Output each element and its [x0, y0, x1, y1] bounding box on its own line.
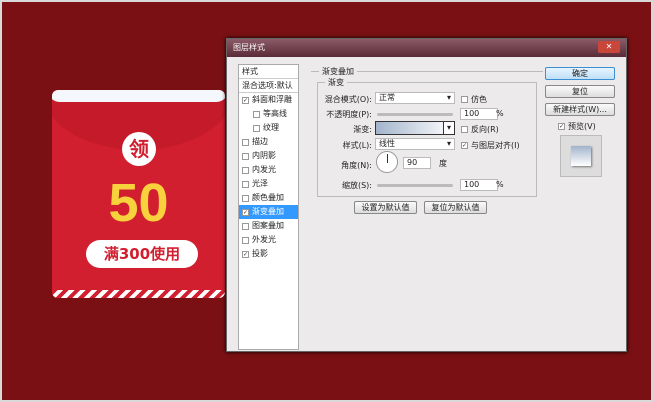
style-item-label: 图案叠加	[252, 221, 284, 230]
dropdown-arrow-icon: ▾	[446, 139, 451, 148]
ok-button[interactable]: 确定	[545, 67, 615, 80]
gradient-label: 渐变:	[353, 125, 372, 134]
scale-percent: %	[496, 180, 504, 189]
style-item-label: 外发光	[252, 235, 276, 244]
scale-input[interactable]: 100	[460, 179, 498, 191]
checkbox-icon[interactable]	[242, 236, 249, 244]
preview-checkbox[interactable]: ✓ 预览(V)	[558, 121, 596, 132]
blend-mode-label: 混合模式(O):	[324, 95, 372, 104]
checkbox-icon	[461, 126, 468, 133]
scale-label: 缩放(S):	[341, 181, 372, 190]
styles-header: 样式	[239, 65, 298, 79]
coupon-condition: 满300使用	[86, 240, 198, 268]
snow-decoration	[52, 90, 225, 102]
coupon-amount: 50	[108, 173, 169, 233]
opacity-input[interactable]: 100	[460, 108, 498, 120]
gradient-picker[interactable]: ▾	[375, 121, 455, 135]
align-label: 与图层对齐(I)	[471, 141, 520, 150]
reset-button[interactable]: 复位	[545, 85, 615, 98]
checkbox-icon[interactable]	[253, 110, 260, 118]
checkbox-icon[interactable]	[242, 180, 249, 188]
checkbox-icon[interactable]: ✓	[242, 96, 249, 104]
angle-input[interactable]: 90	[403, 157, 431, 169]
checkbox-icon[interactable]: ✓	[242, 250, 249, 258]
section-title: 渐变叠加	[319, 66, 357, 77]
style-item[interactable]: 内发光	[239, 163, 298, 177]
scale-slider[interactable]	[377, 184, 453, 187]
style-item[interactable]: ✓ 斜面和浮雕	[239, 93, 298, 107]
opacity-slider[interactable]	[377, 113, 453, 116]
style-item[interactable]: 等高线	[239, 107, 298, 121]
blend-mode-select[interactable]: 正常 ▾	[375, 92, 455, 104]
reverse-label: 反向(R)	[471, 125, 499, 134]
dither-checkbox[interactable]: 仿色	[461, 94, 487, 105]
style-item[interactable]: 颜色叠加	[239, 191, 298, 205]
checkbox-icon: ✓	[558, 123, 565, 130]
style-item[interactable]: 图案叠加	[239, 219, 298, 233]
style-item-label: 等高线	[263, 109, 287, 118]
blend-options-item[interactable]: 混合选项:默认	[239, 79, 298, 93]
style-item[interactable]: ✓ 投影	[239, 247, 298, 261]
envelope-icon-text: 领	[122, 132, 156, 166]
style-item[interactable]: 纹理	[239, 121, 298, 135]
checkbox-icon[interactable]	[253, 124, 260, 132]
style-item[interactable]: 描边	[239, 135, 298, 149]
reset-default-button[interactable]: 复位为默认值	[424, 201, 487, 214]
style-item-label: 投影	[252, 249, 268, 258]
opacity-label: 不透明度(P):	[326, 110, 372, 119]
style-item[interactable]: 外发光	[239, 233, 298, 247]
angle-dial[interactable]	[376, 151, 398, 173]
style-item-label: 内发光	[252, 165, 276, 174]
style-label: 样式(L):	[342, 141, 372, 150]
style-item-label: 描边	[252, 137, 268, 146]
close-button[interactable]: ✕	[598, 41, 620, 53]
reverse-checkbox[interactable]: 反向(R)	[461, 124, 499, 135]
angle-label: 角度(N):	[341, 161, 372, 170]
dropdown-arrow-icon: ▾	[443, 122, 454, 134]
style-item[interactable]: ✓ 渐变叠加	[239, 205, 298, 219]
dropdown-arrow-icon: ▾	[446, 93, 451, 102]
style-item-label: 光泽	[252, 179, 268, 188]
style-select[interactable]: 线性 ▾	[375, 138, 455, 150]
preview-label: 预览(V)	[568, 122, 596, 131]
style-item-label: 渐变叠加	[252, 207, 284, 216]
checkbox-icon[interactable]	[242, 194, 249, 202]
degree-unit: 度	[439, 159, 447, 168]
new-style-button[interactable]: 新建样式(W)...	[545, 103, 615, 116]
align-checkbox[interactable]: ✓ 与图层对齐(I)	[461, 140, 520, 151]
blend-mode-value: 正常	[379, 93, 395, 102]
checkbox-icon[interactable]: ✓	[242, 208, 249, 216]
stripe-border	[52, 290, 225, 298]
layer-style-dialog: 图层样式 ✕ 样式 混合选项:默认 ✓ 斜面和浮雕 等高线 纹理 描边 内阴影 内发光 光泽颜…	[226, 38, 627, 352]
red-envelope: 领 50 满300使用	[52, 90, 225, 298]
style-preview	[560, 135, 602, 177]
style-item[interactable]: 内阴影	[239, 149, 298, 163]
style-item-label: 内阴影	[252, 151, 276, 160]
checkbox-icon: ✓	[461, 142, 468, 149]
subsection-title: 渐变	[325, 77, 347, 88]
checkbox-icon	[461, 96, 468, 103]
opacity-percent: %	[496, 109, 504, 118]
checkbox-icon[interactable]	[242, 166, 249, 174]
style-item-label: 颜色叠加	[252, 193, 284, 202]
set-default-button[interactable]: 设置为默认值	[354, 201, 417, 214]
dither-label: 仿色	[471, 95, 487, 104]
checkbox-icon[interactable]	[242, 138, 249, 146]
style-item-label: 斜面和浮雕	[252, 95, 292, 104]
style-value: 线性	[379, 139, 395, 148]
checkbox-icon[interactable]	[242, 152, 249, 160]
styles-list: 样式 混合选项:默认 ✓ 斜面和浮雕 等高线 纹理 描边 内阴影 内发光 光泽 颜色叠加 ✓ 渐变叠…	[238, 64, 299, 350]
style-item-label: 纹理	[263, 123, 279, 132]
checkbox-icon[interactable]	[242, 222, 249, 230]
style-item[interactable]: 光泽	[239, 177, 298, 191]
dialog-title: 图层样式	[227, 39, 626, 57]
